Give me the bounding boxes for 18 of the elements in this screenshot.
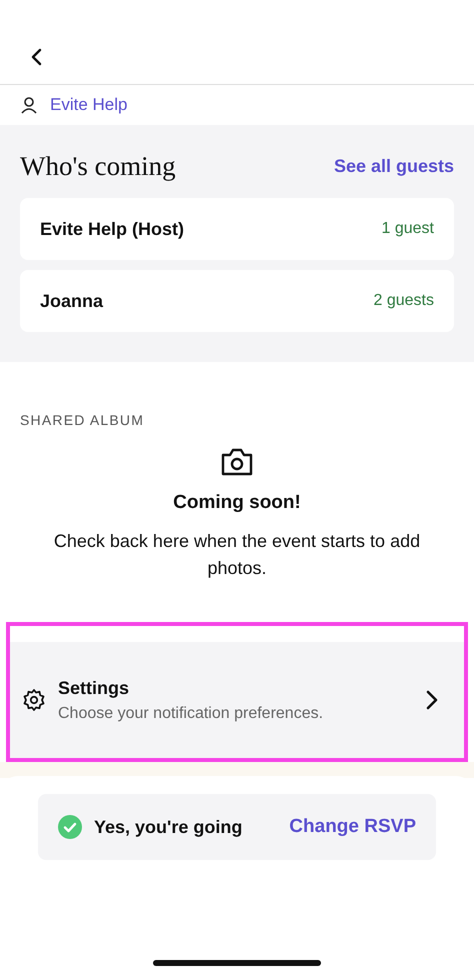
album-message: Check back here when the event starts to add photos. xyxy=(52,530,422,580)
host-link[interactable]: Evite Help xyxy=(50,95,128,115)
change-rsvp-link[interactable]: Change RSVP xyxy=(289,816,416,838)
guest-card[interactable]: Joanna 2 guests xyxy=(20,270,454,332)
settings-icon xyxy=(22,688,46,712)
section-heading: SHARED ALBUM xyxy=(20,412,144,428)
see-all-guests-link[interactable]: See all guests xyxy=(334,156,454,177)
settings-row[interactable]: Settings Choose your notification preferences. xyxy=(6,622,468,762)
person-icon xyxy=(20,96,38,114)
camera-icon xyxy=(220,448,254,476)
section-title: Who's coming xyxy=(20,151,176,182)
rsvp-status: Yes, you're going xyxy=(94,816,244,838)
album-title: Coming soon! xyxy=(173,492,301,514)
guest-card[interactable]: Evite Help (Host) 1 guest xyxy=(20,198,454,260)
chevron-right-icon xyxy=(426,690,438,710)
settings-title: Settings xyxy=(58,678,130,698)
settings-subtitle: Choose your notification preferences. xyxy=(58,704,324,722)
back-icon xyxy=(30,48,44,66)
